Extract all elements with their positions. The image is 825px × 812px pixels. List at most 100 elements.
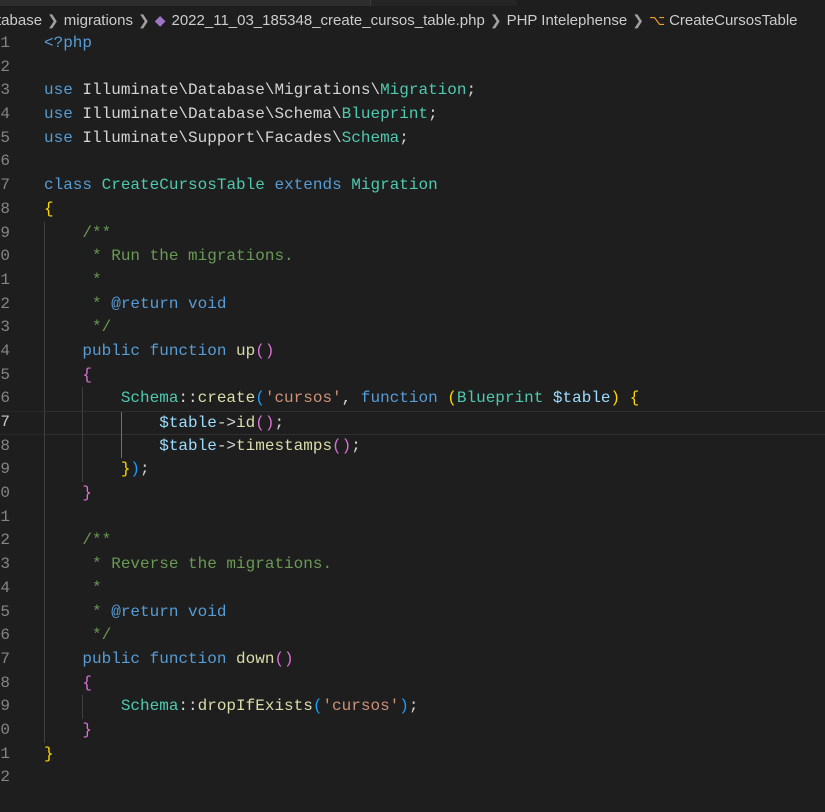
line-code: */: [44, 624, 825, 648]
code-line[interactable]: 11 *: [0, 268, 825, 293]
code-line[interactable]: 12 * @return void: [0, 292, 825, 317]
code-token: use: [44, 105, 73, 124]
code-line[interactable]: 2: [0, 56, 825, 80]
code-line[interactable]: 4 use Illuminate\Database\Schema\Blueprin…: [0, 103, 825, 127]
code-line[interactable]: 15 {: [0, 363, 825, 388]
code-token: Illuminate\Database\Schema\: [72, 105, 342, 124]
line-number: 14: [0, 341, 10, 360]
code-token: *: [44, 602, 112, 621]
line-code: $table->timestamps();: [44, 434, 825, 459]
code-token: create: [197, 389, 256, 408]
line-code: * @return void: [44, 600, 825, 625]
code-line[interactable]: 23 * Reverse the migrations.: [0, 553, 825, 577]
code-line[interactable]: 25 * @return void: [0, 600, 825, 625]
line-code: use Illuminate\Database\Migrations\Migra…: [44, 79, 825, 103]
chevron-right-icon: ❯: [137, 11, 150, 28]
code-line[interactable]: 22 /**: [0, 529, 825, 554]
code-line[interactable]: 31}: [0, 743, 825, 767]
code-line[interactable]: 16 Schema::create('cursos', function (Bl…: [0, 387, 825, 411]
code-token: *: [44, 294, 112, 313]
code-line[interactable]: 30 }: [0, 718, 825, 743]
line-number: 7: [0, 176, 10, 195]
code-line[interactable]: 21: [0, 505, 825, 530]
breadcrumb-file[interactable]: 2022_11_03_185348_create_cursos_table.ph…: [172, 12, 485, 29]
code-token: }: [120, 460, 131, 479]
code-token: $table: [159, 436, 217, 455]
code-token: *: [44, 578, 102, 597]
code-editor[interactable]: 1 <?php 2 3 use Illuminate\Database\Migratio…: [0, 32, 825, 790]
code-line[interactable]: 24 *: [0, 576, 825, 601]
class-symbol-icon: ⌥: [648, 11, 666, 28]
code-line[interactable]: 32: [0, 766, 825, 790]
indent-guide: [120, 412, 122, 436]
line-number: 22: [0, 531, 10, 550]
code-token: * Reverse the migrations.: [44, 555, 333, 574]
code-token: id: [236, 414, 256, 432]
code-token: 'cursos': [322, 697, 400, 716]
code-token: Blueprint: [456, 389, 544, 408]
chevron-right-icon: ❯: [632, 11, 644, 28]
line-number: 6: [0, 152, 10, 171]
code-line[interactable]: 27 public function down(): [0, 647, 825, 672]
line-code: [44, 56, 825, 80]
breadcrumb-database[interactable]: tabase: [0, 12, 42, 29]
code-token: void: [188, 294, 227, 313]
code-token: use: [44, 128, 73, 147]
code-line[interactable]: 10 * Run the migrations.: [0, 245, 825, 269]
breadcrumb-migrations[interactable]: migrations: [64, 12, 133, 29]
indent-guide: [82, 434, 84, 459]
line-code: * Run the migrations.: [44, 245, 825, 269]
code-line[interactable]: 20 }: [0, 482, 825, 506]
line-code: Schema::dropIfExists('cursos');: [44, 695, 825, 719]
line-number: 15: [0, 365, 10, 384]
code-token: (): [332, 436, 352, 455]
code-token: {: [82, 673, 93, 692]
chevron-right-icon: ❯: [489, 11, 502, 28]
line-code: });: [44, 458, 825, 483]
code-token: {: [629, 389, 640, 408]
code-line[interactable]: 6: [0, 150, 825, 174]
code-token: <?php: [44, 34, 93, 52]
line-number: 10: [0, 247, 10, 266]
code-token: Blueprint: [341, 105, 429, 124]
code-line[interactable]: 29 Schema::dropIfExists('cursos');: [0, 695, 825, 719]
code-line[interactable]: 13 */: [0, 316, 825, 340]
code-line[interactable]: 17 $table->id();: [0, 411, 825, 436]
code-token: ->: [216, 414, 237, 432]
indent-guide: [44, 434, 45, 459]
line-number: 12: [0, 294, 10, 313]
code-line[interactable]: 1 <?php: [0, 32, 825, 56]
code-line[interactable]: 18 $table->timestamps();: [0, 434, 825, 459]
code-token: Schema: [341, 128, 400, 147]
breadcrumb-intelephense[interactable]: PHP Intelephense: [507, 12, 628, 29]
code-line[interactable]: 3 use Illuminate\Database\Migrations\Migr…: [0, 79, 825, 103]
breadcrumb-class[interactable]: CreateCursosTable: [669, 12, 797, 29]
line-code: [44, 505, 825, 530]
code-line[interactable]: 5 use Illuminate\Support\Facades\Schema;: [0, 127, 825, 151]
code-line[interactable]: 9 /**: [0, 221, 825, 246]
indent-guide: [120, 434, 122, 459]
indent-guide: [44, 482, 45, 506]
code-line[interactable]: 7 class CreateCursosTable extends Migrati…: [0, 174, 825, 198]
line-code: /**: [44, 221, 825, 246]
code-token: function: [149, 649, 227, 668]
line-code: [44, 766, 825, 790]
line-number: 1: [0, 34, 10, 52]
code-line[interactable]: 8{: [0, 198, 825, 222]
code-token: ): [399, 697, 409, 716]
indent-guide: [44, 268, 45, 293]
code-line[interactable]: 26 */: [0, 624, 825, 648]
code-line[interactable]: 28 {: [0, 671, 825, 696]
code-line[interactable]: 14 public function up(): [0, 339, 825, 364]
indent-guide: [44, 412, 45, 436]
line-code: public function up(): [44, 339, 825, 364]
code-token: */: [44, 626, 112, 645]
indent-guide: [44, 387, 45, 411]
line-number: 24: [0, 578, 10, 597]
code-line[interactable]: 19 });: [0, 458, 825, 483]
